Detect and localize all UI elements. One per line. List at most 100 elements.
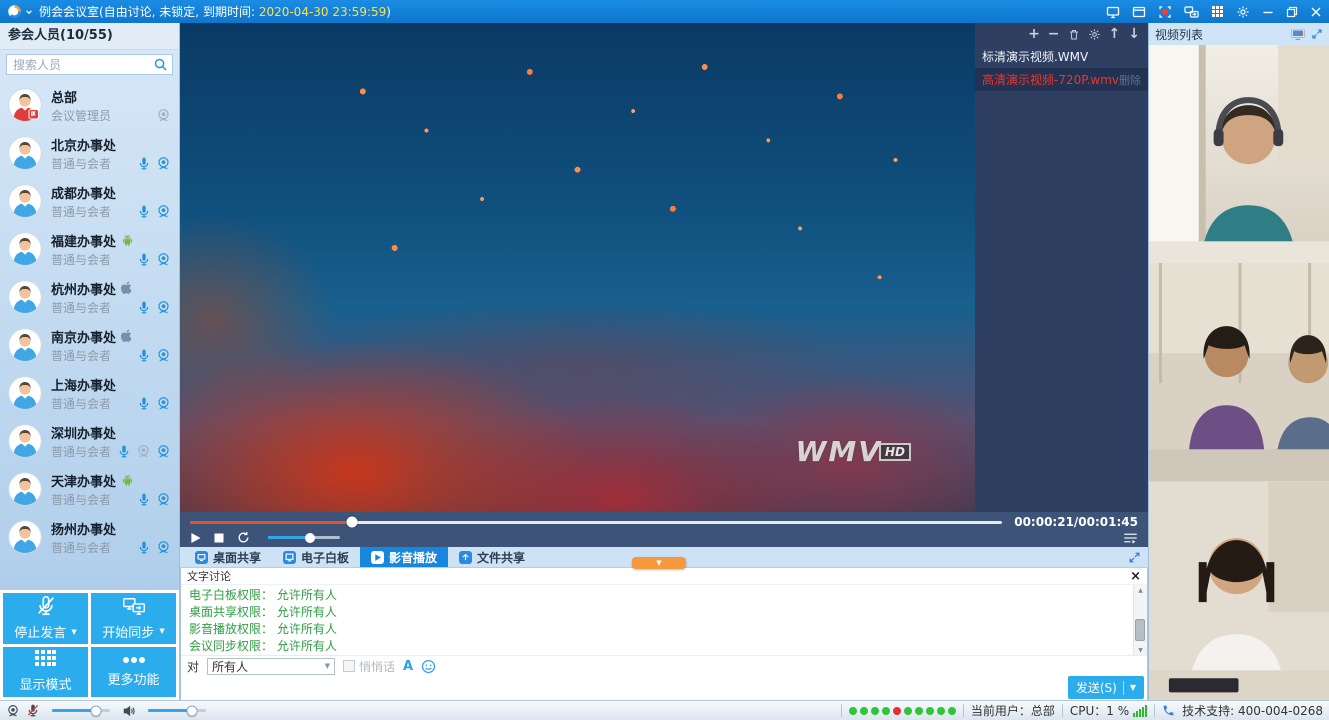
- screenshot-monitor-icon[interactable]: [1106, 5, 1120, 19]
- layout-grid-icon[interactable]: [1211, 5, 1224, 18]
- playlist-toggle-icon[interactable]: [1123, 532, 1138, 544]
- playlist-move-down-icon[interactable]: ↓: [1128, 27, 1140, 41]
- playlist-settings-icon[interactable]: [1088, 28, 1101, 41]
- video-thumbnail-3[interactable]: [1149, 482, 1329, 700]
- playlist-remove-icon[interactable]: −: [1048, 27, 1060, 41]
- mic-volume-slider[interactable]: [52, 709, 110, 712]
- video-list-expand-icon[interactable]: [1311, 28, 1323, 40]
- webcam-icon[interactable]: [156, 300, 171, 315]
- playlist-add-icon[interactable]: +: [1028, 27, 1040, 41]
- close-button[interactable]: [1310, 6, 1322, 18]
- action-button-grid[interactable]: 显示模式: [3, 647, 88, 698]
- maximize-button[interactable]: [1286, 6, 1298, 18]
- participant-row[interactable]: 总部会议管理员: [0, 81, 179, 129]
- minimize-button[interactable]: [1262, 6, 1274, 18]
- video-mode-icon[interactable]: [1291, 28, 1305, 41]
- tab-whiteboard[interactable]: 电子白板: [272, 547, 360, 567]
- participant-row[interactable]: 南京办事处普通与会者: [0, 321, 179, 369]
- webcam-icon[interactable]: [156, 156, 171, 171]
- volume-handle[interactable]: [305, 533, 315, 543]
- send-options-caret[interactable]: ▼: [1130, 683, 1136, 692]
- participant-row[interactable]: 上海办事处普通与会者: [0, 369, 179, 417]
- action-button-more[interactable]: 更多功能: [91, 647, 176, 698]
- playlist-move-up-icon[interactable]: ↑: [1109, 27, 1121, 41]
- video-thumbnail-1[interactable]: [1149, 45, 1329, 263]
- playlist-item[interactable]: 标清演示视频.WMV: [975, 45, 1148, 68]
- font-icon[interactable]: A: [403, 659, 413, 674]
- play-button[interactable]: [190, 532, 201, 544]
- webcam-icon[interactable]: [156, 540, 171, 555]
- participant-row[interactable]: 杭州办事处普通与会者: [0, 273, 179, 321]
- dropdown-caret-icon[interactable]: ▼: [71, 628, 76, 636]
- app-logo-icon[interactable]: [7, 4, 22, 19]
- emoji-icon[interactable]: [421, 659, 436, 674]
- logo-dropdown-icon[interactable]: [25, 8, 33, 16]
- speaker-volume-slider[interactable]: [148, 709, 206, 712]
- message-input[interactable]: 发送(S) ▼: [181, 676, 1147, 701]
- tab-file[interactable]: 文件共享: [448, 547, 536, 567]
- mic-icon[interactable]: [137, 540, 151, 555]
- settings-gear-icon[interactable]: [1236, 5, 1250, 19]
- mic-icon[interactable]: [117, 444, 131, 459]
- participant-row[interactable]: 天津办事处普通与会者: [0, 465, 179, 513]
- playlist-trash-icon[interactable]: [1068, 28, 1080, 41]
- statusbar-webcam-icon[interactable]: [6, 704, 20, 718]
- video-list-title: 视频列表: [1155, 26, 1203, 43]
- action-button-sync[interactable]: 开始同步▼: [91, 593, 176, 644]
- statusbar-speaker-icon[interactable]: [122, 704, 136, 718]
- seek-bar[interactable]: [190, 521, 1002, 524]
- mic-icon[interactable]: [137, 396, 151, 411]
- seek-handle[interactable]: [347, 517, 358, 528]
- stop-button[interactable]: [214, 533, 224, 543]
- search-icon[interactable]: [153, 57, 168, 72]
- participant-row[interactable]: 深圳办事处普通与会者: [0, 417, 179, 465]
- webcam-icon[interactable]: [136, 444, 151, 459]
- webcam-icon[interactable]: [156, 396, 171, 411]
- webcam-icon[interactable]: [156, 204, 171, 219]
- participant-name: 扬州办事处: [51, 519, 116, 538]
- speaker-volume-handle[interactable]: [186, 705, 197, 716]
- webcam-icon[interactable]: [156, 444, 171, 459]
- webcam-icon[interactable]: [156, 252, 171, 267]
- whisper-checkbox[interactable]: [343, 660, 355, 672]
- chat-close-icon[interactable]: ×: [1130, 570, 1141, 583]
- chat-scrollbar[interactable]: ▲ ▼: [1133, 585, 1147, 655]
- whisper-option: 悄悄话: [343, 658, 395, 675]
- tab-media[interactable]: 影音播放: [360, 547, 448, 567]
- mic-icon[interactable]: [137, 156, 151, 171]
- scroll-up-icon[interactable]: ▲: [1138, 587, 1143, 594]
- action-button-mic-off[interactable]: 停止发言▼: [3, 593, 88, 644]
- dropdown-caret-icon[interactable]: ▼: [159, 627, 164, 635]
- search-input[interactable]: [6, 54, 173, 75]
- participant-row[interactable]: 成都办事处普通与会者: [0, 177, 179, 225]
- scroll-down-icon[interactable]: ▼: [1138, 647, 1143, 654]
- video-player-screen[interactable]: WMVHD: [180, 23, 975, 512]
- collapse-panel-button[interactable]: ▼: [632, 557, 686, 569]
- scrollbar-thumb[interactable]: [1135, 619, 1145, 641]
- volume-slider[interactable]: [268, 536, 340, 539]
- mic-icon[interactable]: [137, 252, 151, 267]
- mic-icon[interactable]: [137, 204, 151, 219]
- statusbar-mic-muted-icon[interactable]: [26, 703, 40, 718]
- fullscreen-icon[interactable]: [1128, 551, 1141, 564]
- video-thumbnail-2[interactable]: [1149, 263, 1329, 481]
- mic-icon[interactable]: [137, 348, 151, 363]
- loop-button[interactable]: [237, 531, 250, 544]
- webcam-icon[interactable]: [156, 492, 171, 507]
- playlist-item[interactable]: 高清演示视频-720P.wmv删除: [975, 68, 1148, 91]
- screen-broadcast-icon[interactable]: [1184, 5, 1199, 19]
- send-button[interactable]: 发送(S) ▼: [1068, 676, 1144, 699]
- recipient-select[interactable]: 所有人 ▼: [207, 658, 335, 675]
- participant-row[interactable]: 福建办事处普通与会者: [0, 225, 179, 273]
- tab-desktop[interactable]: 桌面共享: [184, 547, 272, 567]
- mic-icon[interactable]: [137, 300, 151, 315]
- mic-icon[interactable]: [137, 492, 151, 507]
- webcam-icon[interactable]: [156, 108, 171, 123]
- record-icon[interactable]: [1158, 5, 1172, 19]
- participant-row[interactable]: 北京办事处普通与会者: [0, 129, 179, 177]
- mic-volume-handle[interactable]: [90, 705, 101, 716]
- playlist-item-delete[interactable]: 删除: [1119, 72, 1141, 88]
- window-mode-icon[interactable]: [1132, 5, 1146, 19]
- participant-row[interactable]: 扬州办事处普通与会者: [0, 513, 179, 561]
- webcam-icon[interactable]: [156, 348, 171, 363]
